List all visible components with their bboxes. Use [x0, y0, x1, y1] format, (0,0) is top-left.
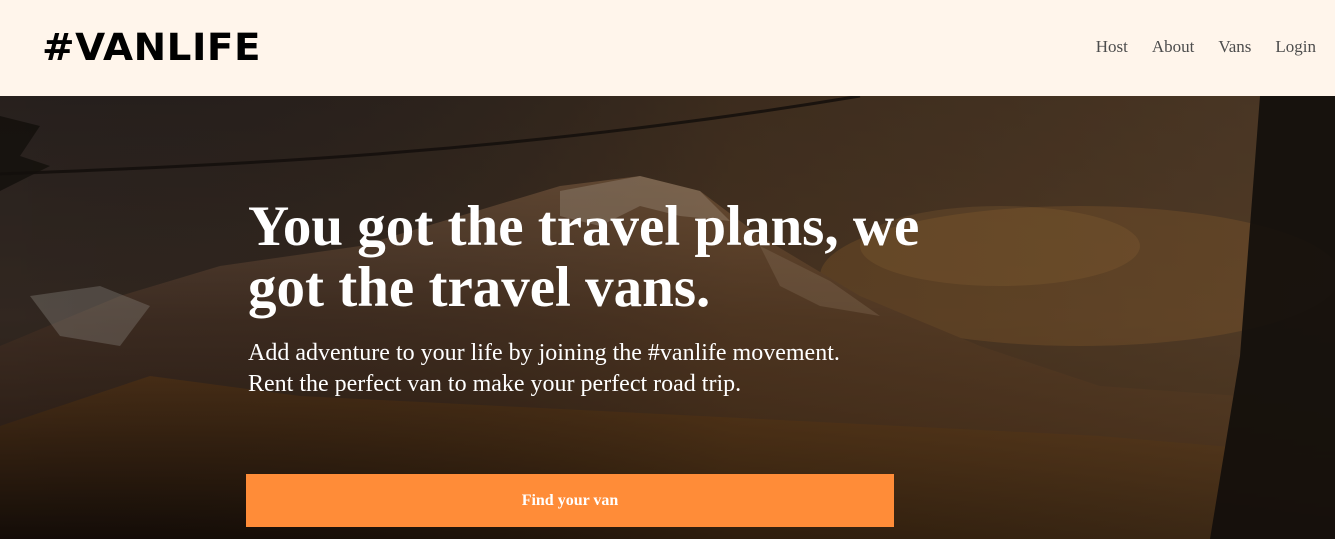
site-logo[interactable]: #VANLIFE	[42, 24, 261, 72]
top-navbar: #VANLIFE Host About Vans Login	[0, 0, 1335, 96]
nav-link-login[interactable]: Login	[1275, 36, 1316, 58]
hero-headline: You got the travel plans, we got the tra…	[248, 195, 920, 319]
nav-link-about[interactable]: About	[1152, 36, 1195, 58]
hero-section: You got the travel plans, we got the tra…	[0, 96, 1335, 539]
hero-subtext-line-2: Rent the perfect van to make your perfec…	[248, 371, 742, 397]
main-nav: Host About Vans Login	[1072, 36, 1316, 58]
hero-subtext: Add adventure to your life by joining th…	[248, 338, 1008, 400]
hero-subtext-line-1: Add adventure to your life by joining th…	[248, 340, 840, 366]
nav-link-vans[interactable]: Vans	[1218, 36, 1251, 58]
nav-link-host[interactable]: Host	[1096, 36, 1128, 58]
find-your-van-button[interactable]: Find your van	[246, 474, 894, 527]
